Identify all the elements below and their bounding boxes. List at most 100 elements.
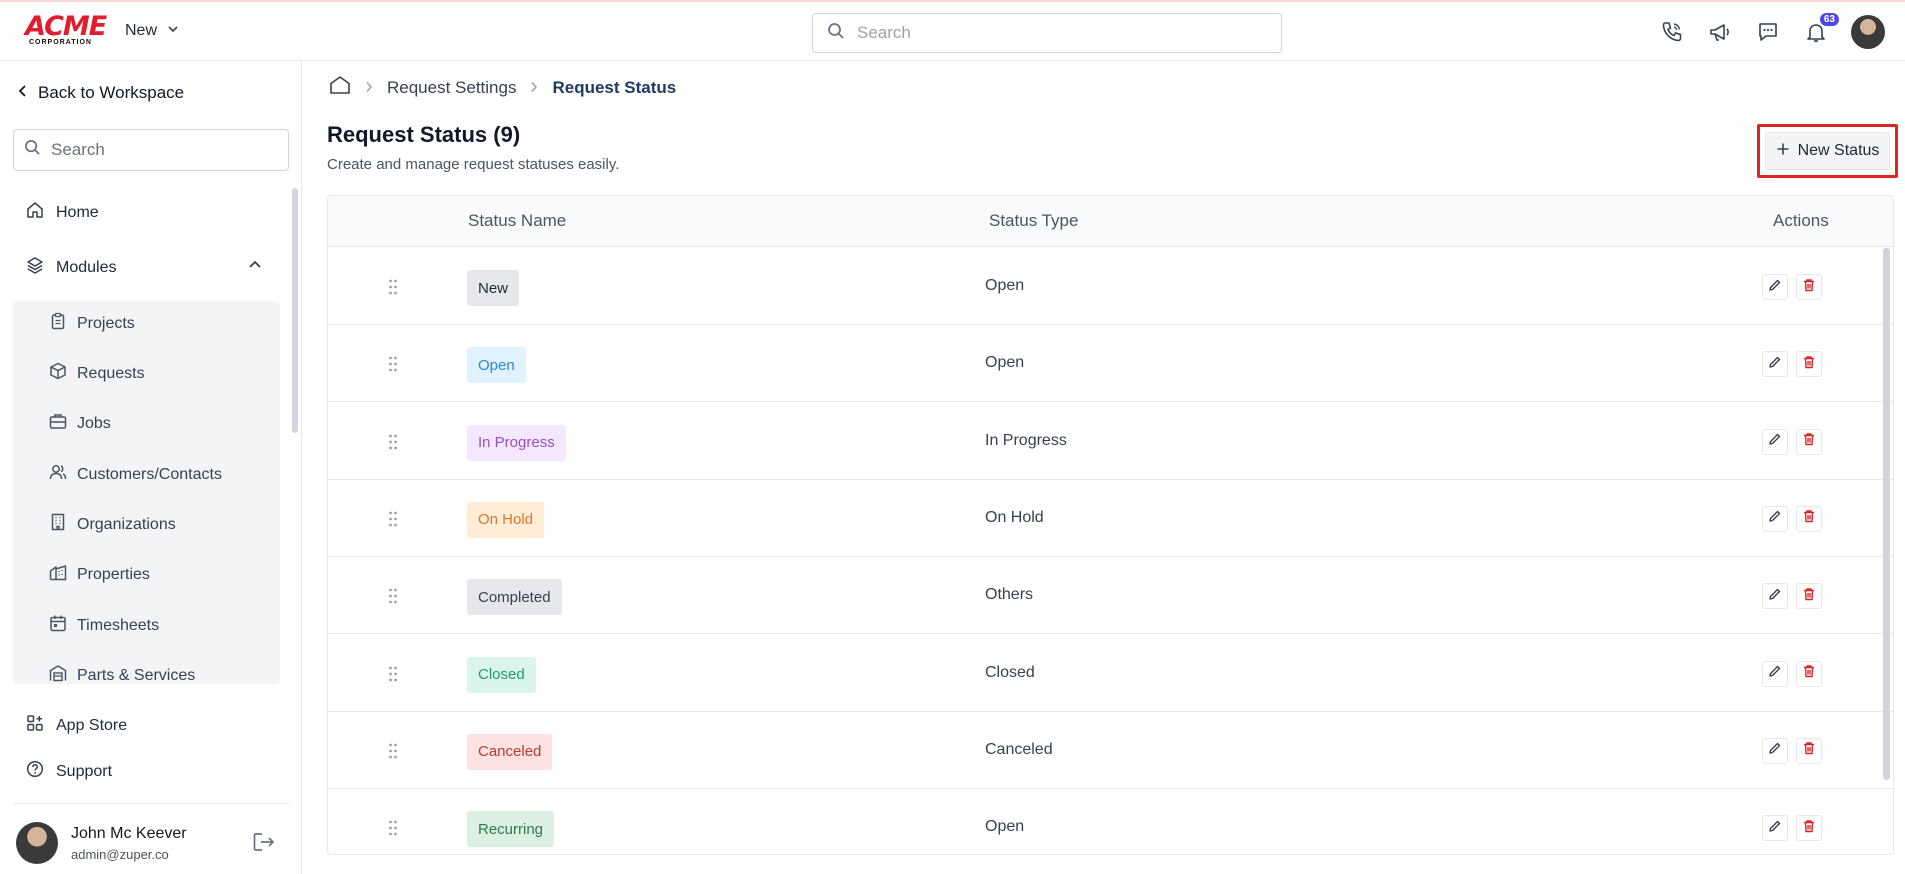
status-type: Open [985, 818, 1025, 836]
table-row[interactable]: Completed Others [328, 557, 1893, 635]
sidebar-item-requests[interactable]: Requests [49, 362, 145, 385]
column-header-actions: Actions [1773, 211, 1829, 230]
sidebar-item-properties[interactable]: Properties [49, 563, 150, 586]
sidebar-item-app-store[interactable]: App Store [26, 714, 127, 737]
drag-handle-icon[interactable] [388, 742, 398, 760]
table-row[interactable]: Closed Closed [328, 635, 1893, 712]
drag-handle-icon[interactable] [388, 510, 398, 528]
company-logo[interactable]: ACME CORPORATION [25, 13, 107, 48]
delete-button[interactable] [1796, 660, 1822, 687]
edit-button[interactable] [1762, 428, 1788, 455]
table-scrollbar[interactable] [1883, 248, 1890, 780]
sidebar-item-parts-services[interactable]: Parts & Services [49, 664, 195, 684]
status-type: Others [985, 586, 1034, 604]
chevron-right-icon [365, 78, 373, 98]
edit-button[interactable] [1762, 583, 1788, 610]
delete-button[interactable] [1796, 274, 1822, 300]
edit-button[interactable] [1762, 351, 1788, 378]
sidebar-item-label: Home [56, 203, 99, 221]
sidebar-item-label: Timesheets [77, 616, 160, 634]
trash-icon [1802, 509, 1816, 528]
sidebar-search-input[interactable] [51, 140, 271, 160]
new-dropdown[interactable]: New [125, 22, 179, 40]
sidebar-item-label: App Store [56, 716, 128, 734]
status-badge: New [467, 270, 520, 306]
sidebar: Back to Workspace Home Modules Projects [0, 61, 302, 874]
status-badge: Closed [467, 656, 536, 693]
column-header-status-name[interactable]: Status Name [468, 211, 566, 231]
layers-icon [26, 256, 44, 279]
avatar[interactable] [1851, 15, 1885, 49]
phone-icon[interactable] [1659, 19, 1685, 45]
global-search-input[interactable] [857, 23, 1257, 43]
drag-handle-icon[interactable] [388, 278, 398, 296]
megaphone-icon[interactable] [1707, 19, 1733, 45]
new-status-button[interactable]: New Status [1765, 132, 1890, 170]
user-avatar[interactable] [16, 822, 58, 864]
pencil-icon [1768, 741, 1782, 760]
sidebar-item-support[interactable]: Support [26, 760, 112, 783]
drag-handle-icon[interactable] [388, 587, 398, 605]
table-row[interactable]: New Open [328, 248, 1893, 325]
edit-button[interactable] [1762, 815, 1788, 842]
sidebar-item-timesheets[interactable]: Timesheets [49, 614, 159, 637]
trash-icon [1802, 278, 1816, 297]
briefcase-icon [49, 412, 67, 435]
status-type: In Progress [985, 431, 1067, 449]
delete-button[interactable] [1796, 351, 1822, 378]
table-header: Status Name Status Type Actions [328, 196, 1893, 247]
sidebar-item-customers-contacts[interactable]: Customers/Contacts [49, 463, 222, 486]
box-icon [49, 362, 67, 385]
drag-handle-icon[interactable] [388, 665, 398, 683]
status-badge: Open [467, 347, 526, 384]
status-badge: Canceled [467, 733, 553, 770]
status-badge: On Hold [467, 501, 545, 538]
drag-handle-icon[interactable] [388, 819, 398, 837]
sidebar-item-jobs[interactable]: Jobs [49, 412, 111, 435]
sidebar-item-organizations[interactable]: Organizations [49, 513, 176, 536]
home-icon[interactable] [329, 75, 351, 100]
edit-button[interactable] [1762, 505, 1788, 532]
user-name: John Mc Keever [71, 825, 187, 842]
table-row[interactable]: On Hold On Hold [328, 480, 1893, 557]
sidebar-item-modules[interactable]: Modules [26, 256, 266, 279]
bell-icon[interactable]: 63 [1803, 13, 1839, 45]
top-bar: ACME CORPORATION New 63 [0, 0, 1905, 61]
sidebar-item-projects[interactable]: Projects [49, 312, 135, 335]
table-row[interactable]: Canceled Canceled [328, 712, 1893, 789]
delete-button[interactable] [1796, 737, 1822, 764]
table-row[interactable]: In Progress In Progress [328, 403, 1893, 480]
drag-handle-icon[interactable] [388, 355, 398, 373]
chevron-right-icon [530, 78, 538, 98]
delete-button[interactable] [1796, 428, 1822, 455]
column-header-status-type[interactable]: Status Type [989, 211, 1078, 231]
property-icon [49, 563, 67, 586]
sidebar-item-label: Customers/Contacts [77, 465, 222, 483]
edit-button[interactable] [1762, 274, 1788, 300]
edit-button[interactable] [1762, 737, 1788, 764]
delete-button[interactable] [1796, 815, 1822, 842]
plus-icon [1776, 142, 1790, 161]
app-store-icon [26, 714, 44, 737]
chevron-left-icon [18, 83, 28, 103]
table-row[interactable]: Recurring Open [328, 789, 1893, 854]
breadcrumb-request-settings[interactable]: Request Settings [387, 78, 516, 98]
search-icon [827, 22, 845, 45]
logout-icon[interactable] [252, 831, 276, 858]
help-icon [26, 760, 44, 783]
delete-button[interactable] [1796, 505, 1822, 532]
sidebar-scrollbar[interactable] [292, 188, 298, 433]
pencil-icon [1768, 355, 1782, 374]
drag-handle-icon[interactable] [388, 433, 398, 451]
sidebar-item-home[interactable]: Home [26, 201, 99, 224]
logo-subtext: CORPORATION [29, 39, 92, 46]
table-row[interactable]: Open Open [328, 325, 1893, 403]
status-type: Canceled [985, 740, 1053, 758]
trash-icon [1802, 355, 1816, 374]
edit-button[interactable] [1762, 660, 1788, 687]
sidebar-search [13, 129, 289, 171]
status-badge: In Progress [467, 424, 566, 461]
back-to-workspace-link[interactable]: Back to Workspace [18, 83, 184, 103]
delete-button[interactable] [1796, 583, 1822, 610]
chat-icon[interactable] [1755, 19, 1781, 45]
